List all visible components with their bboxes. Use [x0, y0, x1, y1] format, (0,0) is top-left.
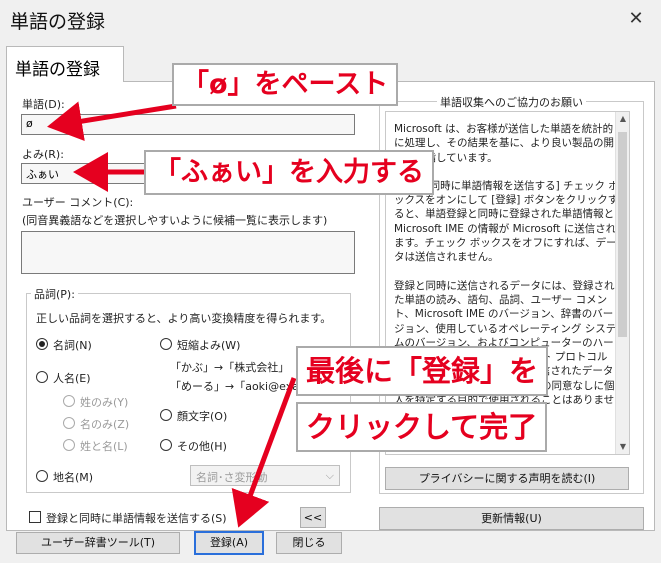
arrow-to-register	[231, 377, 297, 528]
arrow-to-word	[47, 101, 177, 141]
annotation-type: 「ふぁい」を入力する	[144, 150, 434, 195]
annotation-finish-line2: クリックして完了	[296, 402, 548, 452]
annotation-finish-line1: 最後に「登録」を	[296, 346, 549, 396]
annotation-paste: 「ø」をペースト	[172, 63, 399, 106]
